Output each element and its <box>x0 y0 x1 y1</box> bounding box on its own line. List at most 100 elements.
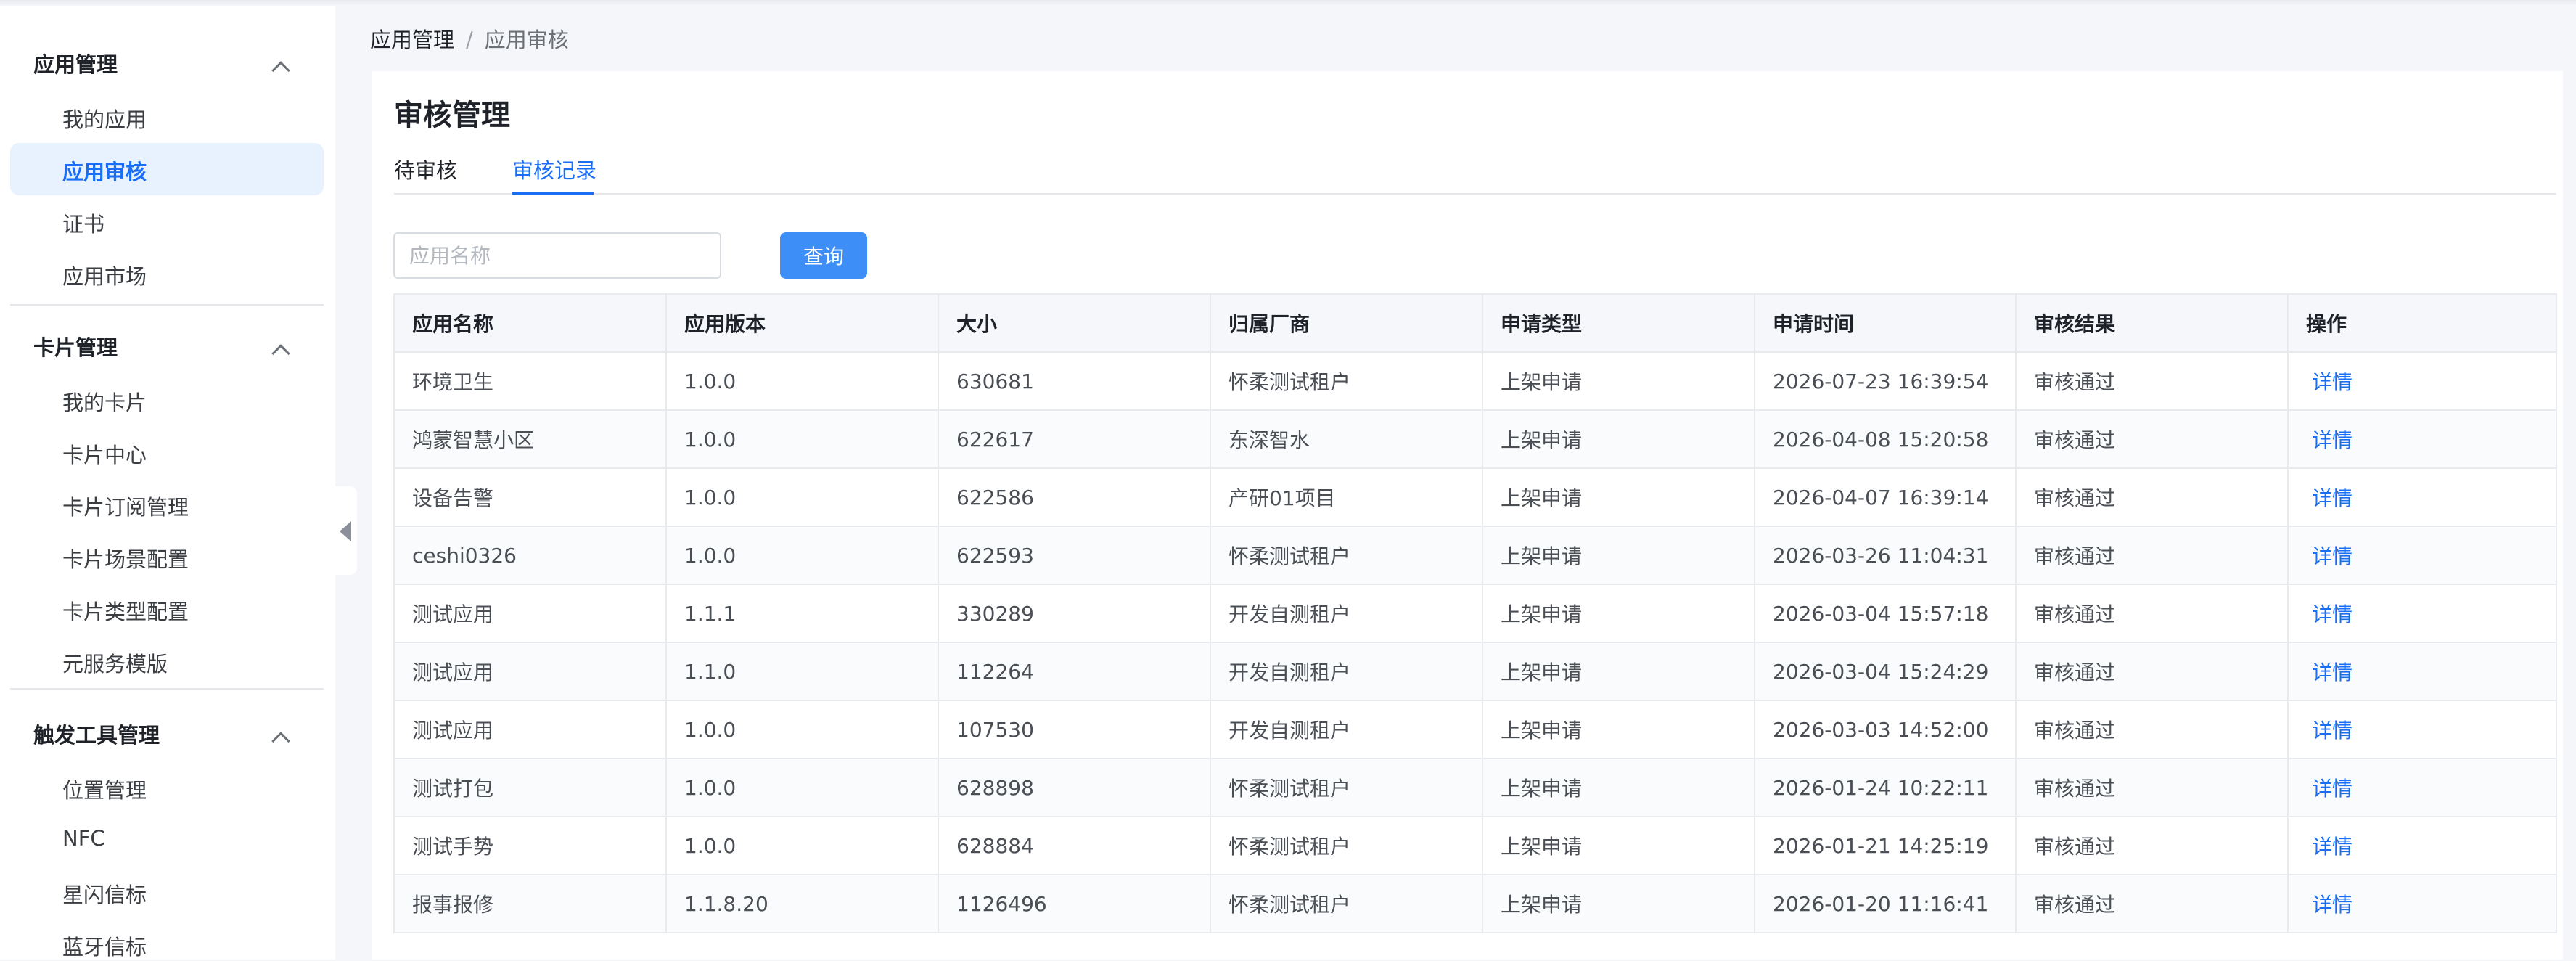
cell-apply-type: 上架申请 <box>1482 758 1755 817</box>
cell-app-version: 1.0.0 <box>665 467 939 527</box>
table-row: 测试应用 1.1.0 112264 开发自测租户 上架申请 2026-03-04 15:2… <box>393 642 2557 701</box>
detail-link[interactable]: 详情 <box>2287 584 2557 643</box>
cell-app-name: 测试应用 <box>393 700 667 759</box>
detail-link[interactable]: 详情 <box>2287 758 2557 817</box>
table-row: 测试应用 1.0.0 107530 开发自测租户 上架申请 2026-03-03 14:5… <box>393 700 2557 759</box>
cell-app-name: 测试应用 <box>393 642 667 701</box>
table-row: ceshi0326 1.0.0 622593 怀柔测试租户 上架申请 2026-03-26… <box>393 526 2557 585</box>
tab-pending-review[interactable]: 待审核 <box>394 154 457 184</box>
breadcrumb-separator: / <box>466 28 473 52</box>
top-bar-shadow <box>0 0 2576 6</box>
sidebar-item-card-subscription[interactable]: 卡片订阅管理 <box>62 491 189 521</box>
cell-review-result: 审核通过 <box>2015 642 2289 701</box>
sidebar-item-app-review[interactable]: 应用审核 <box>62 155 147 186</box>
cell-apply-type: 上架申请 <box>1482 874 1755 933</box>
cell-vendor: 怀柔测试租户 <box>1210 874 1483 933</box>
sidebar-item-card-scene-config[interactable]: 卡片场景配置 <box>62 543 189 573</box>
cell-size: 622586 <box>938 467 1211 527</box>
detail-link[interactable]: 详情 <box>2287 642 2557 701</box>
sidebar-item-service-template[interactable]: 元服务模版 <box>62 647 168 678</box>
sidebar-item-card-center[interactable]: 卡片中心 <box>62 438 147 469</box>
cell-vendor: 怀柔测试租户 <box>1210 758 1483 817</box>
detail-link[interactable]: 详情 <box>2287 351 2557 411</box>
cell-review-result: 审核通过 <box>2015 758 2289 817</box>
query-button[interactable]: 查询 <box>780 232 867 279</box>
sidebar-group-trigger-tools[interactable]: 触发工具管理 <box>33 719 160 749</box>
breadcrumb-current: 应用审核 <box>484 28 569 52</box>
cell-app-name: 环境卫生 <box>393 351 667 411</box>
chevron-up-icon[interactable] <box>271 732 290 751</box>
cell-apply-time: 2026-03-04 15:57:18 <box>1754 584 2017 643</box>
cell-size: 1126496 <box>938 874 1211 933</box>
cell-app-version: 1.0.0 <box>665 816 939 875</box>
breadcrumb-root[interactable]: 应用管理 <box>370 28 454 52</box>
cell-app-version: 1.0.0 <box>665 526 939 585</box>
sidebar-item-bluetooth-beacon[interactable]: 蓝牙信标 <box>62 931 147 961</box>
cell-apply-time: 2026-03-26 11:04:31 <box>1754 526 2017 585</box>
review-records-table: 应用名称 应用版本 大小 归属厂商 申请类型 申请时间 审核结果 操作 环境卫生… <box>393 293 2557 933</box>
column-header: 申请时间 <box>1754 293 2017 353</box>
table-row: 鸿蒙智慧小区 1.0.0 622617 东深智水 上架申请 2026-04-08 15:2… <box>393 409 2557 469</box>
sidebar-item-certificates[interactable]: 证书 <box>62 208 104 238</box>
cell-apply-time: 2026-04-08 15:20:58 <box>1754 409 2017 469</box>
chevron-up-icon[interactable] <box>271 344 290 363</box>
page-title: 审核管理 <box>394 99 510 132</box>
sidebar-group-app-management[interactable]: 应用管理 <box>33 48 118 78</box>
sidebar-divider <box>10 304 324 306</box>
cell-apply-type: 上架申请 <box>1482 700 1755 759</box>
collapse-left-icon <box>340 521 351 541</box>
cell-review-result: 审核通过 <box>2015 584 2289 643</box>
column-header: 申请类型 <box>1482 293 1755 353</box>
cell-review-result: 审核通过 <box>2015 816 2289 875</box>
cell-apply-time: 2026-07-23 16:39:54 <box>1754 351 2017 411</box>
sidebar-item-card-type-config[interactable]: 卡片类型配置 <box>62 595 189 626</box>
cell-size: 112264 <box>938 642 1211 701</box>
detail-link[interactable]: 详情 <box>2287 874 2557 933</box>
cell-apply-time: 2026-03-03 14:52:00 <box>1754 700 2017 759</box>
table-row: 设备告警 1.0.0 622586 产研01项目 上架申请 2026-04-07 16:3… <box>393 467 2557 527</box>
cell-vendor: 开发自测租户 <box>1210 642 1483 701</box>
cell-app-version: 1.0.0 <box>665 758 939 817</box>
table-row: 测试应用 1.1.1 330289 开发自测租户 上架申请 2026-03-04 15:5… <box>393 584 2557 643</box>
table-row: 测试手势 1.0.0 628884 怀柔测试租户 上架申请 2026-01-21 14:2… <box>393 816 2557 875</box>
sidebar: 应用管理 我的应用 应用审核 证书 应用市场 卡片管理 我的卡片 卡片中心 卡片… <box>0 6 335 960</box>
active-tab-indicator <box>512 192 594 195</box>
column-header: 大小 <box>938 293 1211 353</box>
cell-apply-type: 上架申请 <box>1482 584 1755 643</box>
table-header-row: 应用名称 应用版本 大小 归属厂商 申请类型 申请时间 审核结果 操作 <box>393 293 2557 353</box>
detail-link[interactable]: 详情 <box>2287 526 2557 585</box>
cell-apply-time: 2026-01-21 14:25:19 <box>1754 816 2017 875</box>
tab-review-records[interactable]: 审核记录 <box>512 154 596 184</box>
sidebar-item-my-apps[interactable]: 我的应用 <box>62 103 147 134</box>
table-row: 报事报修 1.1.8.20 1126496 怀柔测试租户 上架申请 2026-01-20 … <box>393 874 2557 933</box>
chevron-up-icon[interactable] <box>271 61 290 80</box>
detail-link[interactable]: 详情 <box>2287 409 2557 469</box>
cell-review-result: 审核通过 <box>2015 467 2289 527</box>
cell-apply-type: 上架申请 <box>1482 409 1755 469</box>
cell-size: 630681 <box>938 351 1211 411</box>
cell-apply-type: 上架申请 <box>1482 526 1755 585</box>
sidebar-item-location[interactable]: 位置管理 <box>62 774 147 804</box>
cell-app-name: ceshi0326 <box>393 526 667 585</box>
sidebar-item-nearlink-beacon[interactable]: 星闪信标 <box>62 878 147 909</box>
cell-apply-type: 上架申请 <box>1482 642 1755 701</box>
column-header: 应用版本 <box>665 293 939 353</box>
cell-app-version: 1.0.0 <box>665 409 939 469</box>
cell-apply-time: 2026-03-04 15:24:29 <box>1754 642 2017 701</box>
sidebar-item-nfc[interactable]: NFC <box>62 826 105 851</box>
detail-link[interactable]: 详情 <box>2287 816 2557 875</box>
cell-vendor: 怀柔测试租户 <box>1210 816 1483 875</box>
sidebar-divider <box>10 688 324 690</box>
sidebar-item-my-cards[interactable]: 我的卡片 <box>62 386 147 417</box>
breadcrumb: 应用管理 / 应用审核 <box>370 23 569 54</box>
column-header: 操作 <box>2287 293 2557 353</box>
detail-link[interactable]: 详情 <box>2287 700 2557 759</box>
app-name-search-input[interactable] <box>393 232 721 279</box>
sidebar-collapse-button[interactable] <box>335 486 357 575</box>
sidebar-group-card-management[interactable]: 卡片管理 <box>33 331 118 361</box>
cell-app-version: 1.1.8.20 <box>665 874 939 933</box>
detail-link[interactable]: 详情 <box>2287 467 2557 527</box>
cell-app-version: 1.0.0 <box>665 351 939 411</box>
cell-vendor: 开发自测租户 <box>1210 700 1483 759</box>
sidebar-item-app-market[interactable]: 应用市场 <box>62 260 147 290</box>
